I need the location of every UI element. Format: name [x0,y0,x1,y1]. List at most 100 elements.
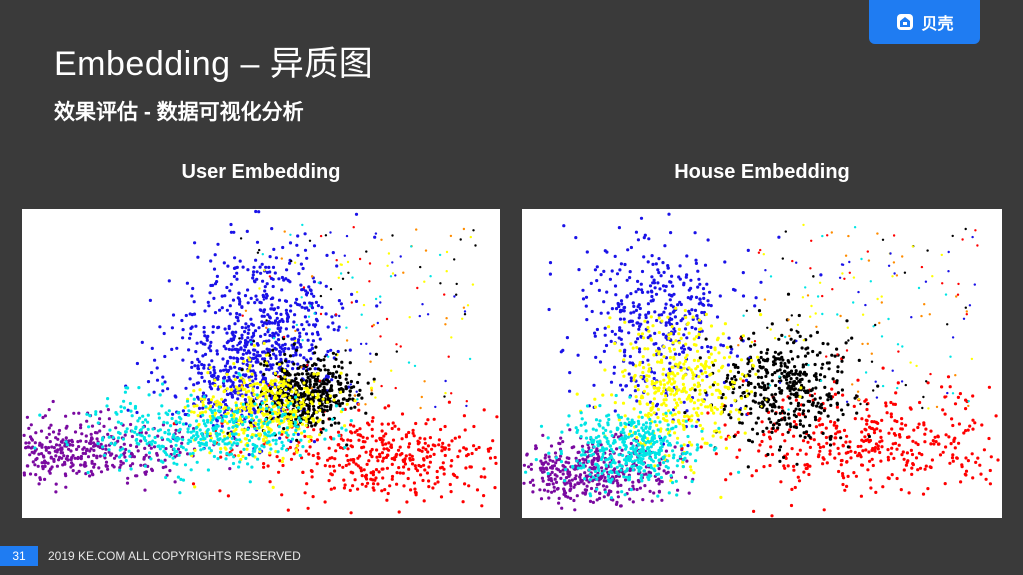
scatter-point [692,407,696,411]
scatter-point [351,471,355,475]
scatter-point [190,360,194,365]
scatter-point [940,385,944,389]
scatter-point [349,383,352,386]
scatter-point [488,446,493,450]
scatter-point [106,408,110,412]
scatter-point [200,432,204,436]
scatter-point [817,410,821,414]
scatter-point [201,391,206,395]
scatter-point [394,274,397,277]
scatter-point [837,452,841,456]
scatter-point [607,492,611,496]
scatter-point [303,248,308,252]
scatter-point [292,408,296,412]
scatter-point [583,458,587,462]
scatter-point [89,432,93,436]
scatter-point [826,414,830,418]
scatter-point [776,357,780,361]
scatter-point [433,444,437,448]
scatter-point [105,404,109,408]
scatter-point [232,374,236,378]
scatter-point [344,377,348,381]
scatter-point [768,437,772,441]
scatter-point [950,417,954,421]
scatter-point [544,460,548,464]
scatter-point [338,402,342,406]
scatter-point [332,328,336,332]
scatter-point [564,476,569,480]
scatter-point [196,381,200,385]
scatter-point [225,387,229,391]
scatter-point [636,238,640,242]
scatter-point [329,423,333,427]
scatter-point [748,369,752,373]
scatter-point [688,465,693,469]
scatter-point [29,446,33,450]
scatter-point [464,466,468,470]
scatter-point [85,419,89,423]
scatter-point [64,436,68,440]
scatter-point [294,448,298,452]
scatter-point [367,459,371,463]
scatter-point [199,371,203,375]
scatter-point [679,302,683,307]
scatter-point [682,281,686,285]
scatter-point [374,396,377,399]
scatter-point [636,287,640,291]
scatter-point [930,458,934,462]
scatter-point [295,297,299,301]
scatter-point [237,291,241,295]
scatter-point [246,434,250,438]
scatter-point [201,447,205,451]
scatter-point [248,378,252,382]
scatter-point [300,288,304,292]
scatter-point [463,482,467,486]
scatter-point [783,370,787,374]
scatter-point [759,350,763,354]
scatter-point [249,341,253,344]
scatter-point [549,466,553,470]
scatter-point [668,298,672,302]
scatter-point [786,412,790,416]
scatter-point [462,414,466,418]
scatter-point [395,471,399,475]
scatter-point [295,438,299,442]
scatter-point [250,465,254,469]
scatter-point [128,454,132,458]
scatter-point [191,482,196,486]
scatter-point [167,279,171,283]
scatter-point [808,423,812,428]
scatter-point [248,404,252,408]
scatter-point [202,395,206,399]
scatter-point [781,432,785,437]
scatter-point [488,456,493,460]
scatter-point [429,275,432,278]
scatter-point [174,395,178,399]
scatter-point [227,453,231,457]
scatter-point [234,424,238,428]
scatter-point [391,261,394,264]
scatter-point [244,309,248,312]
scatter-point [123,455,127,459]
scatter-point [493,486,497,490]
scatter-point [468,357,472,361]
scatter-point [833,436,837,440]
scatter-point [770,430,774,434]
scatter-point [631,480,635,484]
scatter-point [341,465,345,469]
scatter-point [687,309,691,313]
scatter-point [253,348,257,352]
scatter-point [808,435,812,439]
scatter-point [373,478,377,482]
scatter-point [709,304,713,308]
scatter-point [245,403,249,407]
scatter-point [349,439,353,443]
scatter-point [818,396,822,400]
scatter-point [214,427,218,431]
scatter-point [828,437,832,441]
scatter-point [690,295,694,299]
scatter-point [252,392,256,397]
scatter-point [664,449,668,453]
scatter-point [790,447,794,451]
scatter-point [321,421,325,425]
